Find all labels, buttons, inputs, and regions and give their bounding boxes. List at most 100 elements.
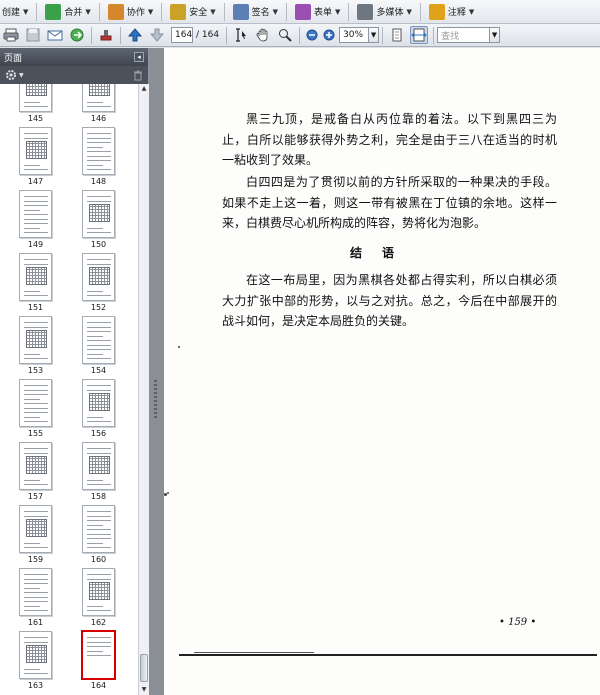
page-number: • 159 • bbox=[499, 617, 537, 628]
page-thumbnail[interactable] bbox=[19, 316, 52, 364]
thumbnail-text-line bbox=[24, 448, 48, 449]
page-thumbnail[interactable] bbox=[19, 568, 52, 616]
chevron-down-icon: ▼ bbox=[210, 7, 216, 16]
page-thumbnail[interactable] bbox=[19, 631, 52, 679]
select-tool-button[interactable] bbox=[232, 26, 250, 44]
toolbar-separator bbox=[419, 2, 421, 21]
task-button-0[interactable]: 创建 ▼ bbox=[0, 2, 30, 22]
thumbnail-page-label: 161 bbox=[27, 618, 44, 627]
chevron-down-icon: ▼ bbox=[468, 7, 475, 16]
page-number-input[interactable]: 164 bbox=[171, 27, 193, 43]
page-thumbnail[interactable] bbox=[82, 253, 115, 301]
thumbnail-text-line bbox=[87, 155, 111, 157]
thumbnail-page-label: 156 bbox=[90, 429, 107, 438]
go-board-diagram bbox=[89, 84, 110, 96]
thumbnail-text-line bbox=[24, 637, 48, 638]
page-thumbnail[interactable] bbox=[82, 84, 115, 112]
thumbnail-text-line bbox=[87, 349, 111, 350]
chevron-down-icon: ▼ bbox=[370, 31, 377, 39]
thumbnail-text-line bbox=[24, 641, 48, 643]
panel-splitter[interactable] bbox=[149, 48, 164, 695]
splitter-grip[interactable] bbox=[154, 378, 157, 418]
thumbnail-text-line bbox=[87, 326, 111, 328]
thumbnail-text-line bbox=[24, 403, 48, 404]
print-button[interactable] bbox=[2, 26, 20, 44]
hand-tool-button[interactable] bbox=[254, 26, 272, 44]
delete-page-button[interactable] bbox=[133, 70, 143, 81]
chevron-down-icon: ▼ bbox=[272, 7, 279, 16]
save-button[interactable] bbox=[24, 26, 42, 44]
task-button-1[interactable]: 合并 ▼ bbox=[43, 2, 92, 22]
thumbnail-text-line bbox=[87, 538, 111, 539]
thumbnail-text-line bbox=[24, 133, 48, 134]
collapse-panel-button[interactable]: ◂ bbox=[134, 52, 144, 62]
fit-page-icon bbox=[392, 28, 402, 42]
task-button-7[interactable]: 注释 ▼ bbox=[427, 2, 476, 22]
scrollbar-thumb[interactable] bbox=[140, 654, 148, 682]
zoom-tool-button[interactable] bbox=[276, 26, 294, 44]
fit-page-button[interactable] bbox=[388, 26, 406, 44]
page-thumbnail[interactable] bbox=[82, 127, 115, 175]
stamp-icon bbox=[100, 30, 112, 41]
find-input[interactable]: 查找 bbox=[437, 27, 491, 43]
options-menu-button[interactable]: ▼ bbox=[5, 69, 24, 81]
gear-icon bbox=[6, 70, 16, 80]
page-thumbnail[interactable] bbox=[19, 190, 52, 238]
thumbnail-text-line bbox=[87, 227, 103, 229]
page-thumbnail[interactable] bbox=[82, 505, 115, 553]
page-thumbnail[interactable] bbox=[82, 379, 115, 427]
page-thumbnail[interactable] bbox=[19, 379, 52, 427]
page-thumbnail[interactable] bbox=[82, 442, 115, 490]
previous-page-button[interactable] bbox=[126, 26, 144, 44]
fit-width-button[interactable] bbox=[410, 26, 429, 44]
thumbnail-text-line bbox=[24, 326, 48, 328]
task-label: 多媒体 bbox=[376, 8, 404, 18]
task-button-3[interactable]: 安全 ▼ bbox=[168, 2, 217, 22]
thumbnail-text-line bbox=[24, 263, 48, 265]
disk-icon bbox=[26, 28, 40, 42]
thumbnail-page-label: 160 bbox=[90, 555, 107, 564]
page-thumbnail[interactable] bbox=[82, 631, 115, 679]
zoom-out-button[interactable] bbox=[305, 26, 318, 44]
page-thumbnail[interactable] bbox=[19, 505, 52, 553]
zoom-out-icon bbox=[306, 29, 318, 41]
find-dropdown[interactable]: ▼ bbox=[490, 27, 501, 43]
task-button-6[interactable]: 多媒体 ▼ bbox=[355, 2, 413, 22]
thumbnail-text-line bbox=[87, 331, 111, 332]
thumbnail-row: 145 146 bbox=[0, 84, 138, 127]
zoom-in-button[interactable] bbox=[322, 26, 335, 44]
task-button-2[interactable]: 协作 ▼ bbox=[106, 2, 155, 22]
scroll-down-arrow[interactable]: ▼ bbox=[139, 685, 149, 695]
share-button[interactable] bbox=[68, 26, 86, 44]
page-thumbnail[interactable] bbox=[82, 190, 115, 238]
text-cursor-icon bbox=[236, 28, 247, 42]
thumbnail-scrollbar[interactable]: ▲ ▼ bbox=[138, 84, 149, 695]
thumbnail-text-line bbox=[87, 641, 111, 643]
thumbnail-page-label: 152 bbox=[90, 303, 107, 312]
page-thumbnail[interactable] bbox=[19, 127, 52, 175]
thumbnail-text-line bbox=[87, 232, 111, 233]
email-button[interactable] bbox=[46, 26, 64, 44]
thumbnail-page-label: 154 bbox=[90, 366, 107, 375]
thumbnail-text-line bbox=[24, 596, 48, 598]
thumbnail-text-line bbox=[87, 344, 111, 346]
form-icon bbox=[295, 3, 312, 20]
scroll-up-arrow[interactable]: ▲ bbox=[139, 84, 149, 94]
thumbnail-row: 153 154 bbox=[0, 316, 138, 379]
page-thumbnail[interactable] bbox=[82, 568, 115, 616]
page-thumbnail[interactable] bbox=[19, 442, 52, 490]
task-button-4[interactable]: 签名 ▼ bbox=[231, 2, 280, 22]
zoom-level-input[interactable]: 30% bbox=[339, 27, 370, 43]
next-page-button[interactable] bbox=[148, 26, 166, 44]
thumbnail-text-line bbox=[24, 169, 48, 170]
thumbnail-text-line bbox=[87, 511, 111, 512]
thumbnail-text-line bbox=[87, 605, 103, 607]
page-thumbnail[interactable] bbox=[19, 253, 52, 301]
zoom-dropdown[interactable]: ▼ bbox=[369, 27, 380, 43]
task-button-5[interactable]: 表单 ▼ bbox=[293, 2, 342, 22]
stamp-button[interactable] bbox=[97, 26, 115, 44]
total-pages-label: / 164 bbox=[196, 30, 220, 40]
page-thumbnail[interactable] bbox=[19, 84, 52, 112]
thumbnail-text-line bbox=[87, 650, 103, 652]
page-thumbnail[interactable] bbox=[82, 316, 115, 364]
